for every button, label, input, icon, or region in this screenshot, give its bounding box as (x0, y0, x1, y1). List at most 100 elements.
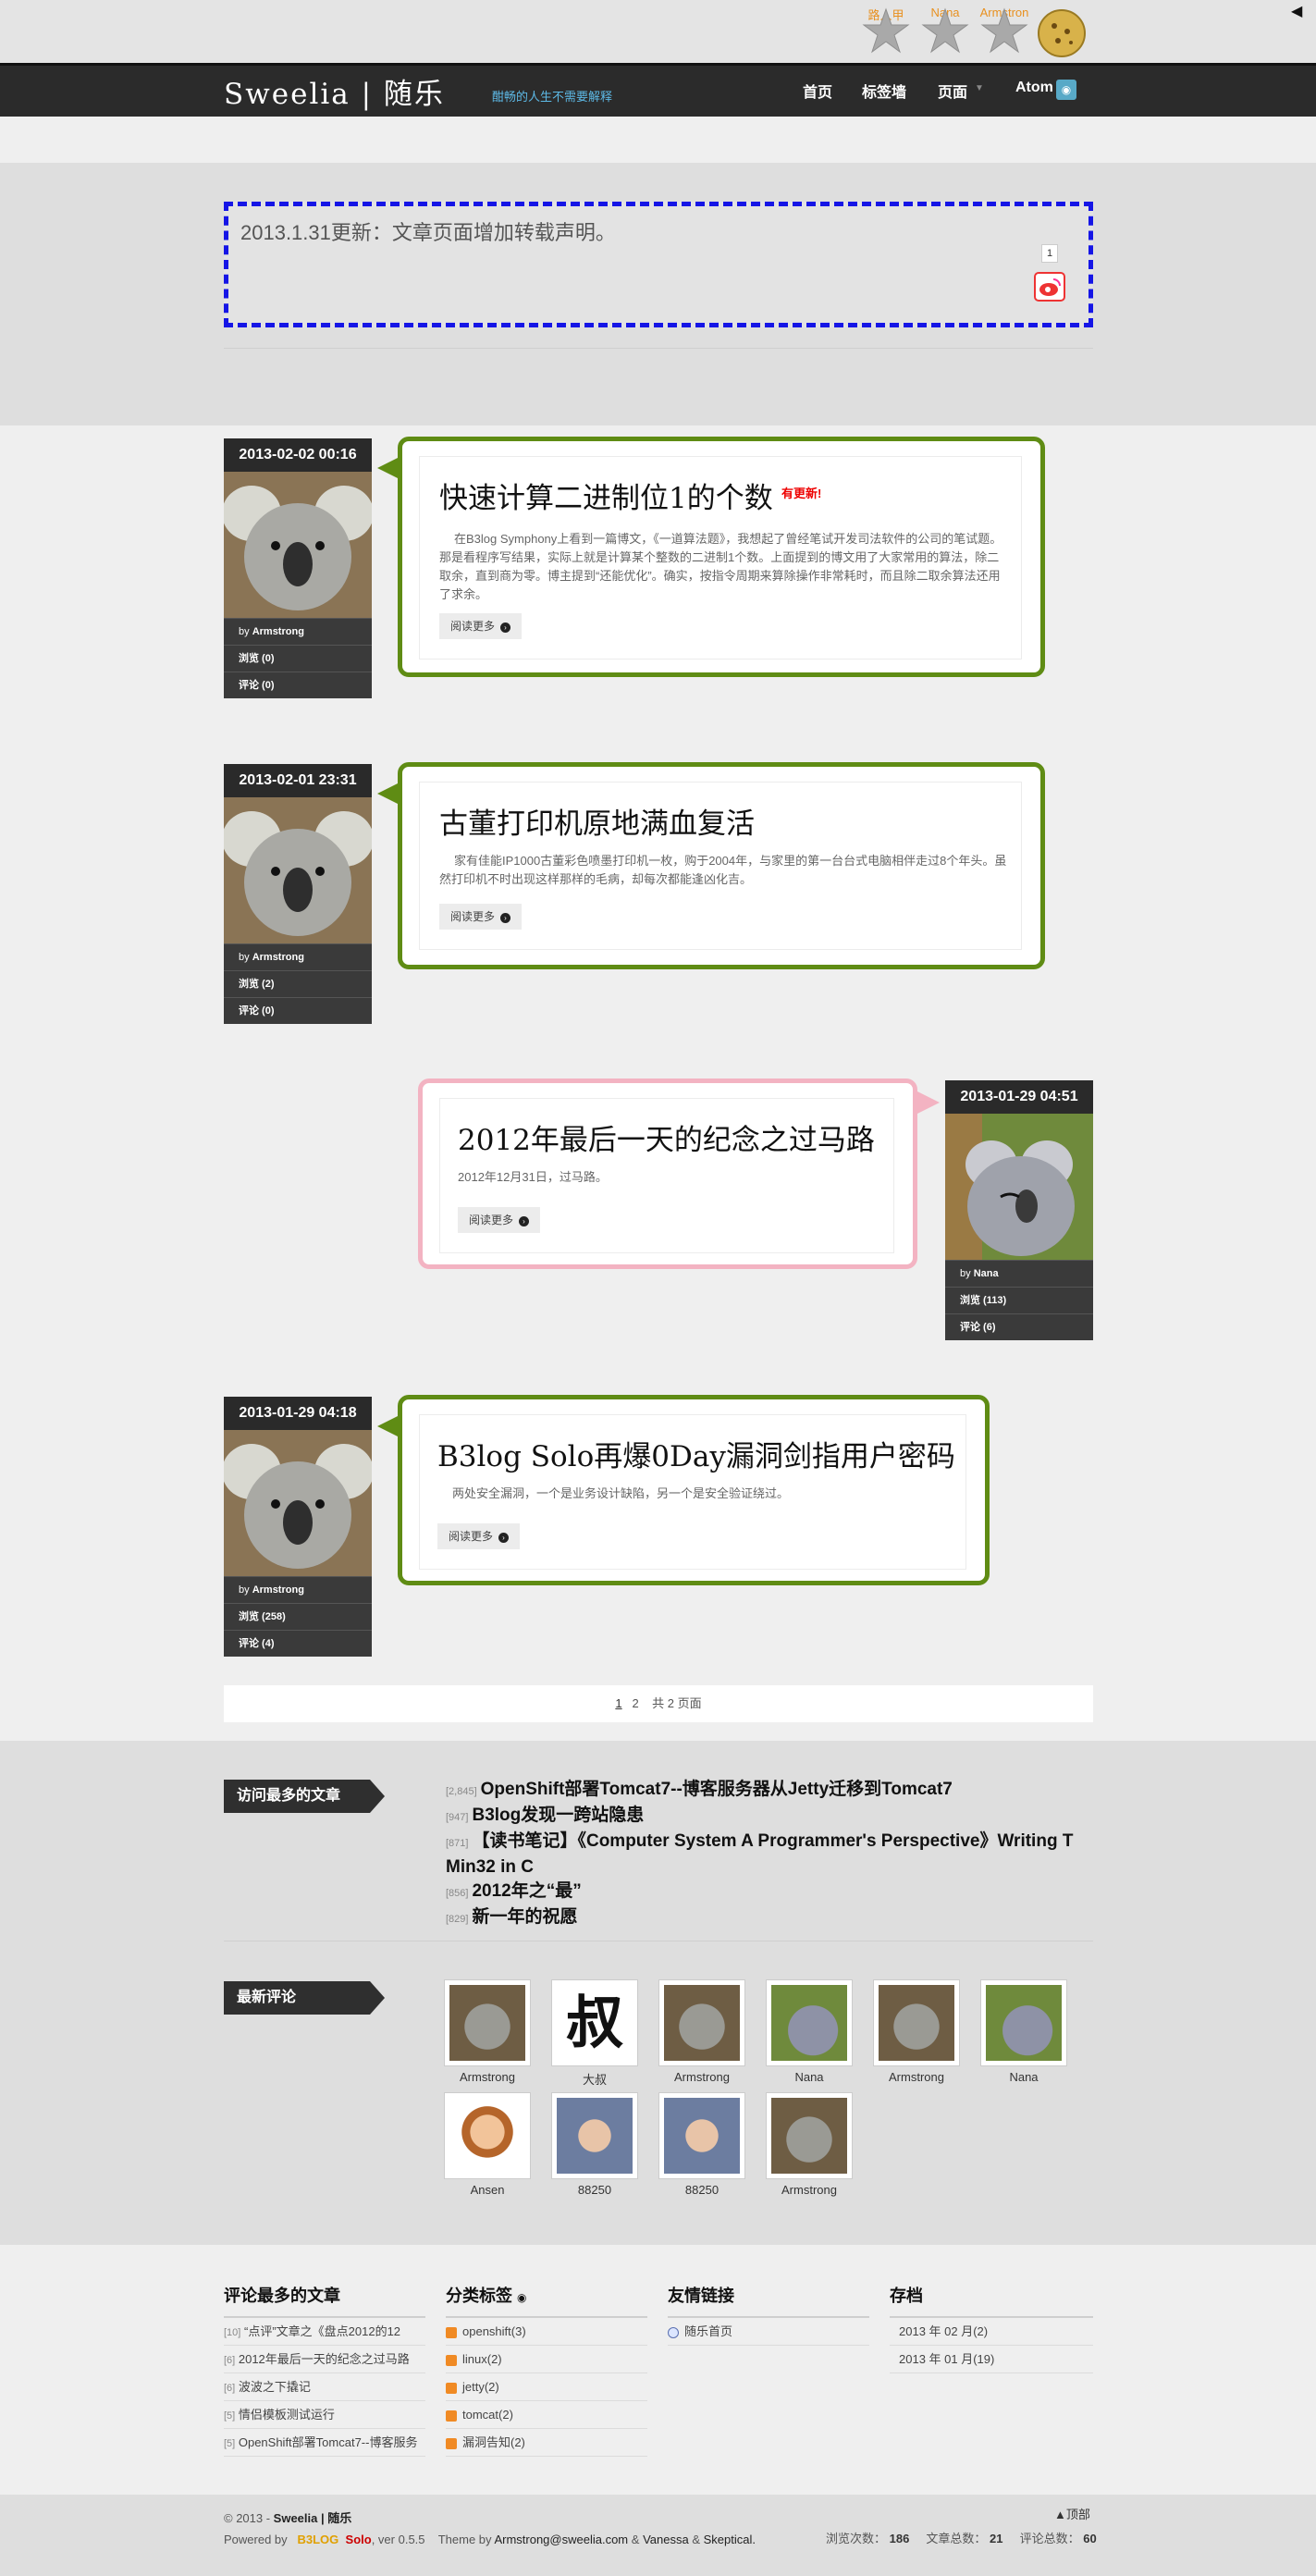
read-more-button[interactable]: 阅读更多 › (437, 1523, 521, 1549)
nav-pages[interactable]: 页面 (938, 80, 967, 102)
post-comments[interactable]: 评论 (4) (239, 1638, 275, 1649)
post-meta: 2013-02-02 00:16 by Armstrong 浏览 (0) 评论 … (224, 438, 372, 698)
site-slogan: 酣畅的人生不需要解释 (492, 90, 613, 104)
arrow-right-icon: › (500, 622, 511, 633)
author-link[interactable]: Armstrong (252, 952, 304, 963)
rss-icon (446, 2354, 457, 2366)
widget-title: 评论最多的文章 (224, 2286, 340, 2305)
post-date: 2013-01-29 04:18 (224, 1397, 372, 1430)
author-link[interactable]: Nana (974, 1268, 999, 1279)
list-item[interactable]: [871] 【读书笔记】《Computer System A Programmer… (446, 1830, 1093, 1880)
label-arrow (370, 1780, 385, 1813)
tag-item[interactable]: tomcat(2) (446, 2401, 647, 2429)
nav-home[interactable]: 首页 (803, 80, 832, 102)
post-thumbnail[interactable] (224, 797, 372, 943)
arrow-left-icon[interactable]: ◀ (1291, 2, 1302, 20)
recent-comments-label: 最新评论 (224, 1981, 370, 2015)
arrow-up-icon: ▲ (1054, 2508, 1066, 2521)
post-meta: 2013-01-29 04:18 by Armstrong 浏览 (258) 评… (224, 1397, 372, 1657)
top-strip (0, 0, 1316, 63)
powered-by: Powered by B3LOG Solo, ver 0.5.5 Theme b… (224, 2533, 756, 2546)
rss-icon (446, 2382, 457, 2394)
comment-avatar[interactable]: Armstrong (658, 1979, 745, 2084)
comment-avatar[interactable]: Armstrong (873, 1979, 960, 2084)
post-views[interactable]: 浏览 (258) (239, 1611, 286, 1622)
post-thumbnail[interactable] (224, 472, 372, 618)
post-comments[interactable]: 评论 (6) (960, 1322, 996, 1333)
page-link-2[interactable]: 2 (632, 1696, 638, 1710)
post-views[interactable]: 浏览 (0) (239, 653, 275, 664)
author-link[interactable]: Armstrong (252, 626, 304, 637)
site-link[interactable]: Sweelia | 随乐 (274, 2511, 352, 2525)
comment-avatar[interactable]: Armstrong (766, 2092, 853, 2197)
link-item[interactable]: 随乐首页 (668, 2318, 869, 2346)
nav-atom[interactable]: Atom (1015, 80, 1053, 96)
comment-avatar[interactable]: 88250 (658, 2092, 745, 2197)
list-item[interactable]: [5] 情侣模板测试运行 (224, 2401, 425, 2429)
list-item[interactable]: [947] B3log发现一跨站隐患 (446, 1804, 1093, 1830)
list-item[interactable]: [829] 新一年的祝愿 (446, 1905, 1093, 1931)
post-author: by Nana (945, 1260, 1093, 1287)
comment-avatar[interactable]: 叔大叔 (551, 1979, 638, 2088)
list-item[interactable]: [856] 2012年之“最” (446, 1880, 1093, 1905)
star-icon[interactable] (860, 6, 912, 57)
rss-icon[interactable]: ◉ (517, 2291, 526, 2304)
theme-author-link[interactable]: Armstrong@sweelia.com (494, 2533, 628, 2546)
star-icon[interactable] (978, 6, 1030, 57)
post-title[interactable]: 快速计算二进制位1的个数 (439, 475, 773, 516)
comment-avatar[interactable]: Ansen (444, 2092, 531, 2197)
tag-item[interactable]: openshift(3) (446, 2318, 647, 2346)
rss-icon[interactable]: ◉ (1056, 80, 1076, 100)
site-logo[interactable]: Sweelia | 随乐 (224, 70, 445, 112)
tag-item[interactable]: linux(2) (446, 2346, 647, 2373)
post-comments[interactable]: 评论 (0) (239, 1005, 275, 1017)
archive-widget: 存档 2013 年 02 月(2) 2013 年 01 月(19) (890, 2283, 1093, 2373)
vanessa-link[interactable]: Vanessa (643, 2533, 689, 2546)
bubble-arrow (377, 1415, 400, 1437)
post-author: by Armstrong (224, 1576, 372, 1603)
tag-item[interactable]: 漏洞告知(2) (446, 2429, 647, 2457)
b3log-link[interactable]: B3LOG (298, 2533, 339, 2546)
back-to-top[interactable]: ▲顶部 (1054, 2505, 1090, 2522)
comment-avatar[interactable]: 88250 (551, 2092, 638, 2197)
page-total: 共 2 页面 (652, 1696, 702, 1710)
comment-avatar[interactable]: Armstrong (444, 1979, 531, 2084)
list-item[interactable]: [5] OpenShift部署Tomcat7--博客服务 (224, 2429, 425, 2457)
comment-avatar[interactable]: Nana (766, 1979, 853, 2084)
star-icon[interactable] (919, 6, 971, 57)
most-commented-widget: 评论最多的文章 [10] “点评”文章之《盘点2012的12 [6] 2012年… (224, 2283, 425, 2457)
archive-item[interactable]: 2013 年 02 月(2) (890, 2318, 1093, 2346)
list-item[interactable]: [10] “点评”文章之《盘点2012的12 (224, 2318, 425, 2346)
cookie-icon[interactable] (1034, 6, 1089, 61)
post-title[interactable]: 古董打印机原地满血复活 (439, 800, 755, 842)
post-meta: 2013-02-01 23:31 by Armstrong 浏览 (2) 评论 … (224, 764, 372, 1024)
list-item[interactable]: [6] 波波之下撬记 (224, 2373, 425, 2401)
post-summary: 两处安全漏洞，一个是业务设计缺陷，另一个是安全验证绕过。 (452, 1486, 790, 1500)
post-views[interactable]: 浏览 (2) (239, 979, 275, 990)
page-link-1[interactable]: 1 (615, 1696, 621, 1710)
post-comments[interactable]: 评论 (0) (239, 680, 275, 691)
post-title[interactable]: 2012年最后一天的纪念之过马路 (458, 1116, 875, 1158)
nav-tag-wall[interactable]: 标签墙 (862, 80, 906, 102)
read-more-button[interactable]: 阅读更多 › (439, 613, 523, 639)
rss-icon (446, 2437, 457, 2449)
archive-item[interactable]: 2013 年 01 月(19) (890, 2346, 1093, 2373)
list-item[interactable]: [2,845] OpenShift部署Tomcat7--博客服务器从Jetty迁移… (446, 1778, 1093, 1804)
list-item[interactable]: [6] 2012年最后一天的纪念之过马路 (224, 2346, 425, 2373)
author-link[interactable]: Armstrong (252, 1584, 304, 1596)
tag-item[interactable]: jetty(2) (446, 2373, 647, 2401)
share-count: 1 (1041, 244, 1058, 263)
most-viewed-label: 访问最多的文章 (224, 1780, 370, 1813)
post-title[interactable]: B3log Solo再爆0Day漏洞剑指用户密码 (437, 1433, 955, 1474)
post-views[interactable]: 浏览 (113) (960, 1295, 1006, 1306)
post-thumbnail[interactable] (945, 1114, 1093, 1260)
read-more-button[interactable]: 阅读更多 › (458, 1207, 541, 1233)
solo-link[interactable]: Solo (346, 2533, 372, 2546)
post-thumbnail[interactable] (224, 1430, 372, 1576)
rss-icon (446, 2326, 457, 2338)
nav-bar (0, 63, 1316, 117)
skeptical-link[interactable]: Skeptical. (704, 2533, 756, 2546)
weibo-icon[interactable] (1034, 272, 1065, 302)
comment-avatar[interactable]: Nana (980, 1979, 1067, 2084)
read-more-button[interactable]: 阅读更多 › (439, 904, 523, 930)
